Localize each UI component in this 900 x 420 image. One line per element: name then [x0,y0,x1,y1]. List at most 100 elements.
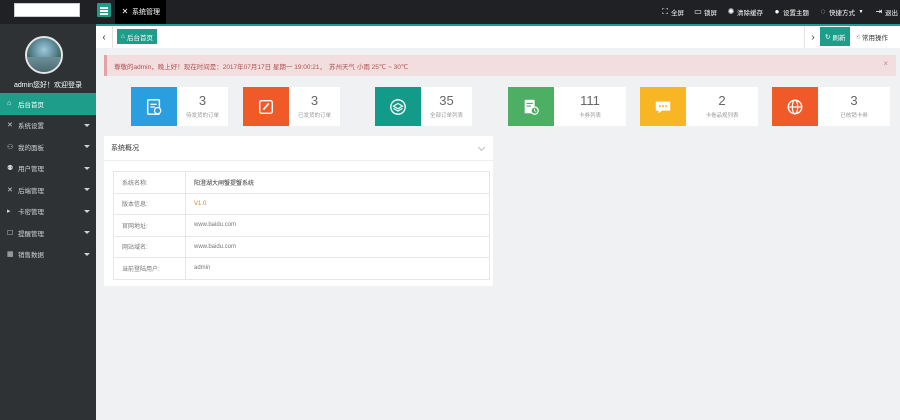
stat-card-shipped-orders[interactable]: 3 已发货的订单 [243,87,340,126]
chevron-down-icon [84,123,90,127]
table-row: 当前登陆用户: admin [113,257,490,280]
row-value: www.baidu.com [185,214,490,237]
refresh-label: 刷新 [832,34,846,42]
table-row: 版本信息: V1.0 [113,192,490,215]
lock-label: 锁屏 [704,10,717,17]
tab-home-label: 后台首页 [126,34,153,42]
stat-card-all-orders[interactable]: 35 全部订单列表 [375,87,472,126]
sidebar-nav: ⌂ 后台首页 ✕ 系统设置 ⚇ 我的面板 ⚉ 用户管理 ✕ 后端管理 ▸ 卡密管… [0,93,96,265]
sidebar-item-cards[interactable]: ▸ 卡密管理 [0,201,96,223]
sidebar-item-label: 后台首页 [18,101,44,109]
chevron-down-icon [84,145,90,148]
sidebar-item-label: 后端管理 [18,187,44,195]
home-icon: ⌂ [121,33,125,40]
panel-header[interactable]: 系统概况 [104,136,493,161]
sidebar-item-sales-data[interactable]: ▦ 销售数据 [0,244,96,266]
tab-bar: ‹ ⌂ 后台首页 › ↻ 刷新 ☝ 常用操作 [96,24,900,48]
fullscreen-button[interactable]: ⛶ 全屏 [661,7,684,18]
clear-cache-button[interactable]: ✺ 清除缓存 [727,7,763,18]
menu-toggle-button[interactable] [97,3,111,17]
sidebar-item-reminders[interactable]: ☐ 提醒管理 [0,222,96,244]
refresh-button[interactable]: ↻ 刷新 [820,27,851,46]
sidebar-item-label: 卡密管理 [18,209,44,217]
chevron-down-icon [84,188,90,191]
hand-pointer-icon: ☝ [856,33,860,41]
chevron-right-icon: › [811,31,815,43]
welcome-text: admin您好！欢迎登录 [13,82,83,89]
chevron-down-icon [84,166,90,170]
row-key: 网站域名: [113,235,186,258]
sidebar-item-my-panel[interactable]: ⚇ 我的面板 [0,136,96,158]
panel-title: 系统概况 [111,145,139,152]
table-row: 网站域名: www.baidu.com [113,235,490,258]
stat-label: 卡卷品规列表 [705,113,739,119]
clear-cache-icon: ✺ [727,7,735,16]
logout-icon: ⇥ [875,7,883,16]
fullscreen-icon: ⛶ [662,7,668,16]
system-info-table: 系统名称: 阳澄湖大闸蟹提蟹系统 版本信息: V1.0 官网地址: www.ba… [113,171,490,280]
tools-icon: ✕ [121,7,129,16]
stat-value: 3 [198,93,207,108]
row-value: www.baidu.com [185,235,490,258]
sidebar-item-label: 提醒管理 [18,230,44,238]
row-value: V1.0 [185,192,490,215]
stat-value: 35 [439,93,454,108]
stat-label: 待发货的订单 [185,113,219,119]
globe-icon [772,87,818,126]
users-icon: ⚉ [7,165,14,173]
stat-value: 3 [310,93,319,108]
quick-label: 快捷方式 [829,10,855,17]
theme-label: 设置主题 [783,10,809,17]
top-actions: ⛶ 全屏 ▭ 锁屏 ✺ 清除缓存 ● 设置主题 ◌ 快捷方式 ▼ ⇥ 退出 [661,0,900,24]
tab-scroll-left-button[interactable]: ‹ [96,26,113,48]
stat-value: 111 [580,93,600,108]
stat-card-coupons[interactable]: 111 卡券列表 [508,87,626,126]
row-key: 官网地址: [113,214,186,237]
stat-card-coupon-specs[interactable]: 2 卡卷品规列表 [640,87,758,126]
quick-menu-button[interactable]: ◌ 快捷方式 ▼ [819,7,865,18]
sidebar-item-label: 系统设置 [18,123,44,131]
logo [14,3,80,17]
chevron-down-icon[interactable] [477,143,486,152]
clipboard-icon [131,87,177,126]
stat-value: 2 [718,93,726,108]
sidebar-item-users[interactable]: ⚉ 用户管理 [0,158,96,180]
chevron-down-icon [84,252,90,256]
stat-card-pending-orders[interactable]: 3 待发货的订单 [131,87,228,126]
row-key: 系统名称: [113,171,186,194]
tab-scroll-right-button[interactable]: › [804,26,821,48]
system-tab-label: 系统管理 [132,9,160,16]
sidebar-item-label: 销售数据 [18,252,44,260]
logout-button[interactable]: ⇥ 退出 [875,7,898,18]
chevron-down-icon [84,231,90,234]
stat-card-redeemed-coupons[interactable]: 3 已核销卡券 [772,87,890,126]
tab-home[interactable]: ⌂ 后台首页 [117,29,157,44]
chevron-down-icon: ▼ [858,9,864,15]
sidebar-item-label: 用户管理 [18,166,44,174]
weather-text: 苏州天气 小雨 25℃ ~ 30℃ [329,63,409,71]
system-management-tab[interactable]: ✕ 系统管理 [115,0,166,24]
sidebar-item-home[interactable]: ⌂ 后台首页 [0,93,96,115]
doc-icon: ☐ [7,229,14,237]
home-icon: ⌂ [7,100,12,108]
avatar[interactable] [25,36,63,74]
lock-screen-button[interactable]: ▭ 锁屏 [694,7,717,18]
row-key: 当前登陆用户: [113,257,186,280]
system-overview-panel: 系统概况 系统名称: 阳澄湖大闸蟹提蟹系统 版本信息: V1.0 官网地址: w… [104,136,493,286]
row-key: 版本信息: [113,192,186,215]
tools-icon: ✕ [7,186,13,194]
document-clock-icon [508,87,554,126]
sidebar-item-system-settings[interactable]: ✕ 系统设置 [0,115,96,137]
sidebar: admin您好！欢迎登录 ⌂ 后台首页 ✕ 系统设置 ⚇ 我的面板 ⚉ 用户管理… [0,24,96,420]
stat-label: 全部订单列表 [429,113,463,119]
sidebar-item-backend[interactable]: ✕ 后端管理 [0,179,96,201]
chevron-left-icon: ‹ [102,31,106,43]
top-bar: ✕ 系统管理 ⛶ 全屏 ▭ 锁屏 ✺ 清除缓存 ● 设置主题 ◌ 快捷方式 ▼ … [0,0,900,24]
stat-label: 已核销卡券 [840,113,868,119]
theme-button[interactable]: ● 设置主题 [773,7,809,18]
settings-icon: ✕ [7,122,13,130]
alert-close-button[interactable]: × [883,59,888,68]
row-value: 阳澄湖大闸蟹提蟹系统 [185,171,490,194]
common-ops-label: 常用操作 [861,34,888,42]
common-operations-button[interactable]: ☝ 常用操作 [853,27,891,46]
